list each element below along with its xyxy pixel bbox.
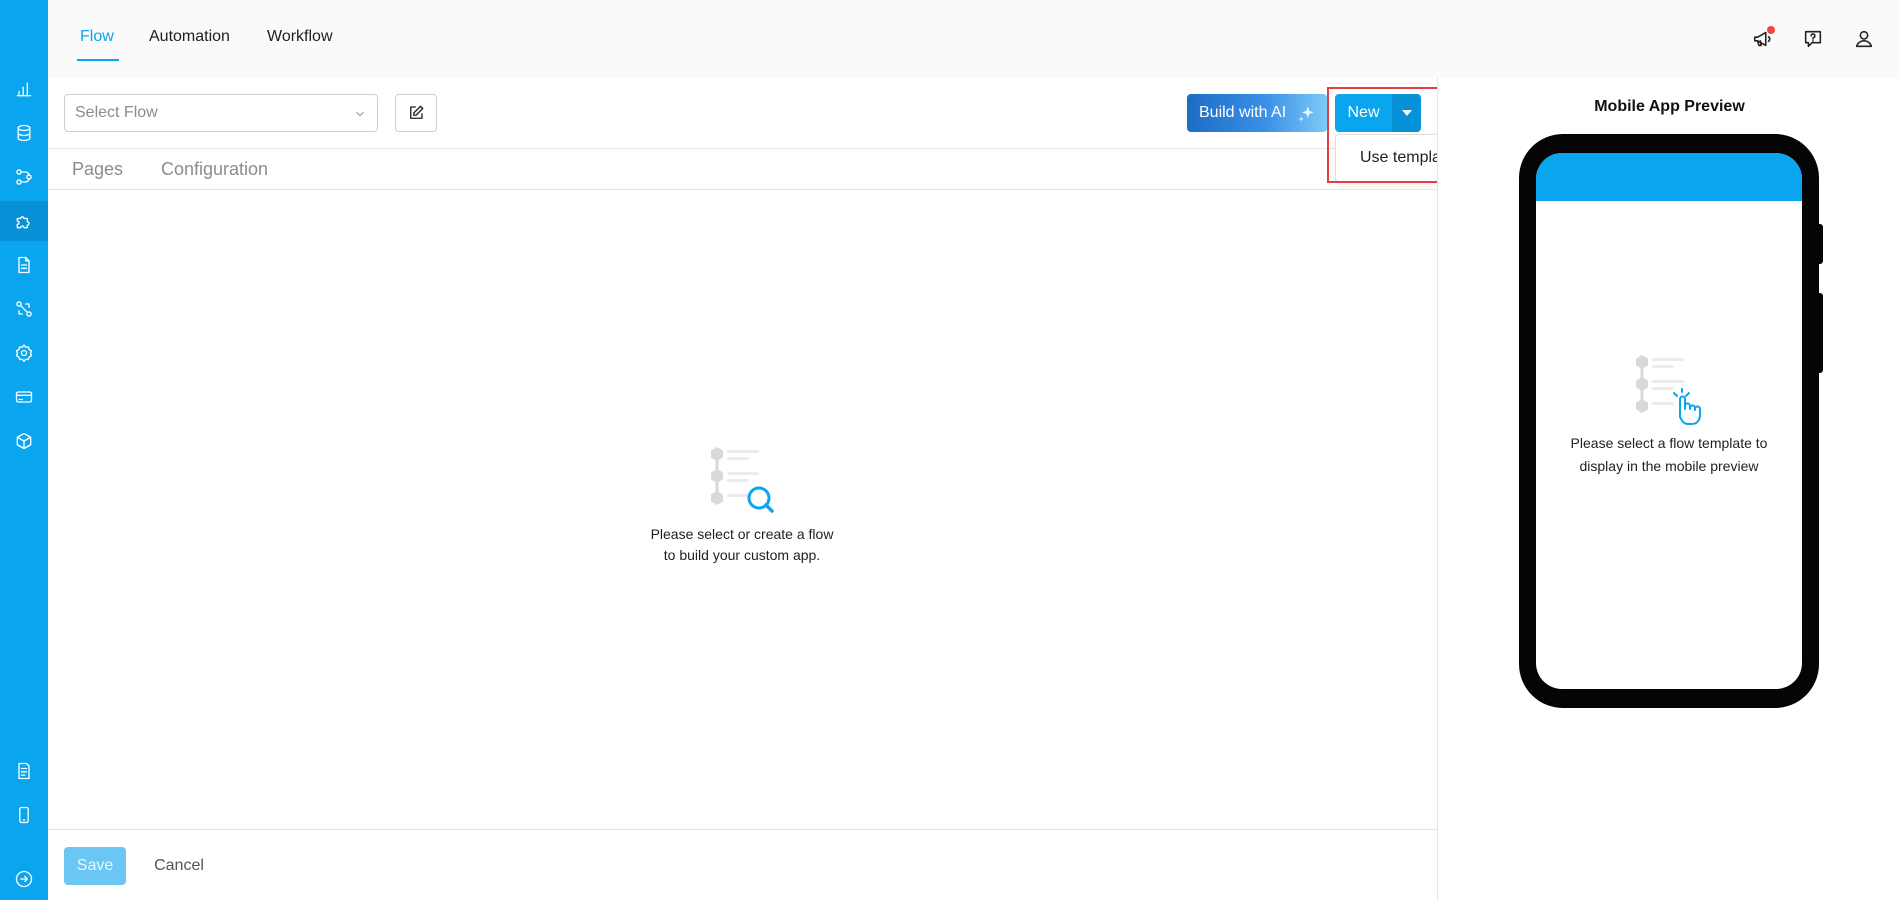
help-chat-icon [1804,30,1822,48]
sidebar-item-billing[interactable] [0,377,48,417]
user-icon [1855,30,1873,48]
tab-automation[interactable]: Automation [149,28,230,46]
editor-footer: Save Cancel [48,829,1437,900]
select-flow-placeholder: Select Flow [75,104,158,121]
flow-tap-illustration-icon [1636,355,1701,425]
sidebar-item-routes[interactable] [0,289,48,329]
sidebar-item-integrations[interactable] [0,157,48,197]
sidebar-item-analytics[interactable] [0,69,48,109]
flow-search-illustration-icon [711,447,774,513]
flow-toolbar: Select Flow Build with AI New [48,78,1437,149]
tab-pages[interactable]: Pages [72,159,123,180]
sidebar-item-mobile[interactable] [0,795,48,835]
tab-workflow[interactable]: Workflow [267,28,333,46]
credit-card-icon [15,391,33,403]
gear-icon [15,344,33,363]
user-profile-button[interactable] [1849,24,1879,54]
tab-configuration[interactable]: Configuration [161,159,268,180]
help-button[interactable] [1798,24,1828,54]
empty-state-line1: Please select or create a flow [650,526,834,542]
save-button[interactable]: Save [64,847,126,885]
cube-icon [16,432,32,450]
announcements-button[interactable] [1748,24,1778,54]
build-with-ai-button[interactable]: Build with AI [1187,94,1327,132]
document-icon [18,256,30,274]
preview-text-line2: display in the mobile preview [1579,458,1759,474]
sidebar-expand-button[interactable] [0,859,48,899]
cancel-button[interactable]: Cancel [142,847,216,885]
sidebar-item-settings[interactable] [0,333,48,373]
phone-app-header [1536,153,1802,201]
select-flow-dropdown[interactable]: Select Flow [64,94,378,132]
sidebar-item-database[interactable] [0,113,48,153]
expand-arrow-icon [15,870,33,888]
edit-icon [410,105,424,119]
new-dropdown-toggle[interactable] [1392,94,1421,132]
share-nodes-icon [16,169,32,185]
mobile-icon [19,806,29,824]
database-icon [17,124,31,142]
sidebar [0,0,48,900]
phone-screen: Please select a flow template to display… [1536,153,1802,689]
preview-title: Mobile App Preview [1594,98,1745,115]
mobile-preview-panel: Mobile App Preview Please select a flow … [1437,78,1900,900]
sidebar-item-packages[interactable] [0,421,48,461]
bar-chart-icon [16,82,32,97]
sparkles-icon [1298,106,1314,122]
new-flow-button[interactable]: New [1335,94,1392,132]
phone-frame: Please select a flow template to display… [1519,134,1819,708]
file-text-icon [18,762,30,780]
active-tab-indicator [77,59,119,61]
route-icon [16,301,32,317]
sidebar-item-reports[interactable] [0,751,48,791]
chevron-down-icon [356,111,364,117]
flow-subtabs: Pages Configuration [48,149,1437,190]
edit-flow-button[interactable] [395,94,437,132]
empty-state-line2: to build your custom app. [663,547,821,563]
tab-flow[interactable]: Flow [80,28,114,46]
preview-text-line1: Please select a flow template to [1570,435,1768,451]
top-bar: Flow Automation Workflow [48,0,1900,78]
notification-dot [1767,26,1775,34]
build-with-ai-label: Build with AI [1199,104,1287,121]
caret-down-icon [1401,110,1412,116]
sidebar-item-flow[interactable] [0,201,48,241]
preview-empty-state: Please select a flow template to display… [1536,353,1802,478]
empty-state: Please select or create a flow to build … [600,445,884,566]
sidebar-item-documents[interactable] [0,245,48,285]
puzzle-icon [16,216,30,229]
